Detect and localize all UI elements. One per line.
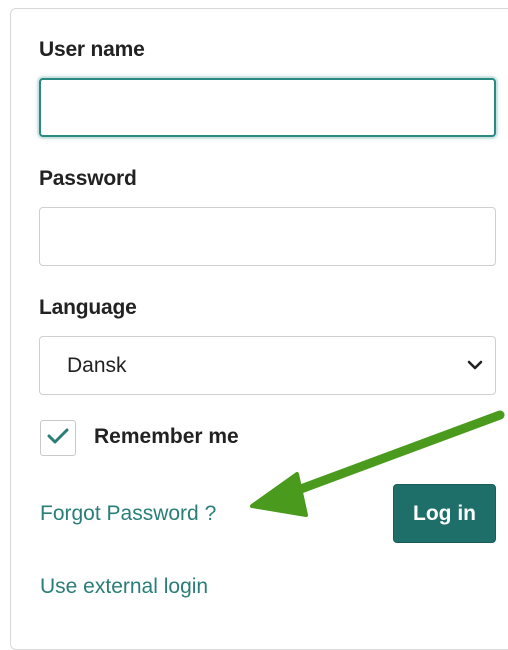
remember-me-checkbox[interactable] [40, 420, 76, 456]
login-button[interactable]: Log in [393, 484, 496, 543]
language-select-value: Dansk [67, 353, 127, 377]
remember-me-label: Remember me [94, 425, 239, 448]
language-select[interactable]: Dansk [39, 336, 496, 395]
chevron-down-icon [467, 357, 483, 375]
external-login-link[interactable]: Use external login [40, 575, 208, 599]
username-input[interactable] [39, 78, 496, 137]
username-label: User name [39, 38, 145, 61]
forgot-password-link[interactable]: Forgot Password ? [40, 502, 216, 526]
password-input[interactable] [39, 207, 496, 266]
password-label: Password [39, 167, 137, 190]
checkmark-icon [46, 426, 70, 451]
language-label: Language [39, 296, 137, 319]
